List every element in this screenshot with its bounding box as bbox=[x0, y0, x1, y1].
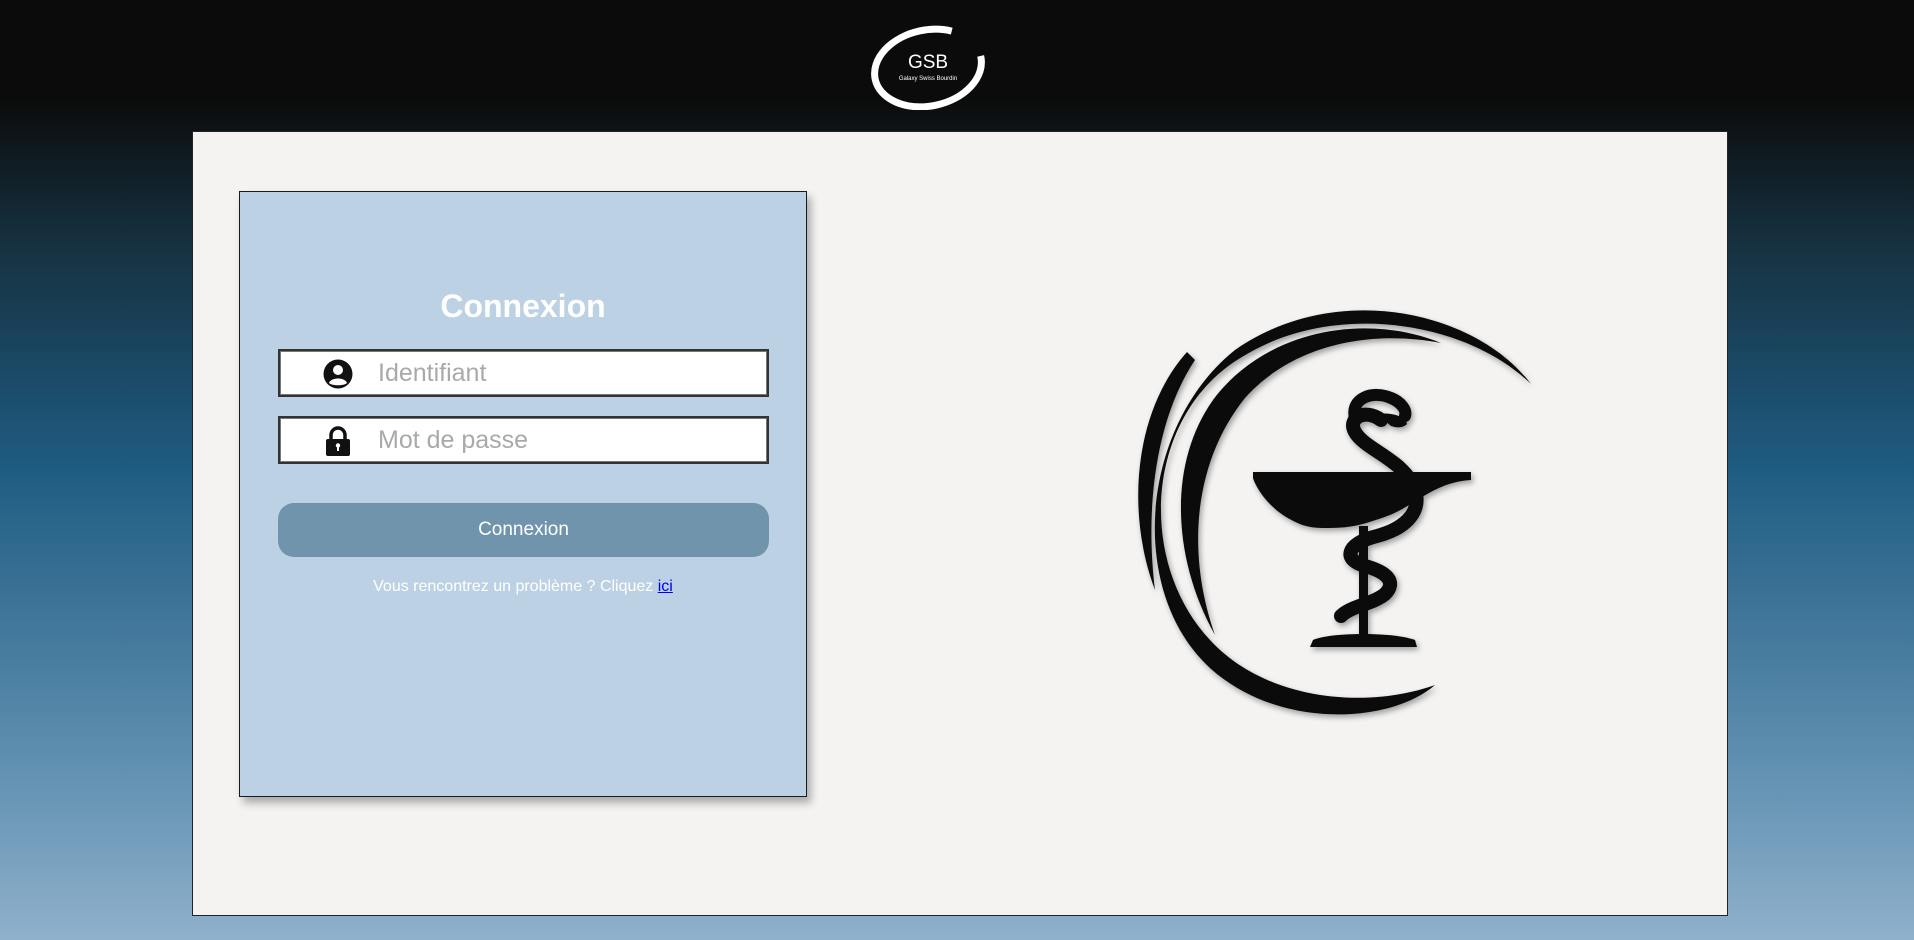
login-title: Connexion bbox=[440, 288, 606, 324]
top-header: GSB Galaxy Swiss Bourdin bbox=[0, 0, 1914, 132]
lock-icon bbox=[323, 426, 353, 456]
logo-title: GSB bbox=[908, 52, 948, 73]
login-button[interactable]: Connexion bbox=[278, 503, 769, 557]
help-text: Vous rencontrez un problème ? Cliquez ic… bbox=[240, 578, 806, 596]
caduceus-icon bbox=[1138, 310, 1531, 715]
username-field[interactable] bbox=[278, 349, 769, 397]
logo-subtitle: Galaxy Swiss Bourdin bbox=[899, 76, 957, 82]
pharmacy-caduceus-emblem bbox=[1115, 290, 1535, 720]
username-input[interactable] bbox=[378, 355, 748, 391]
login-card: Connexion Connexion Vous rencontrez un p… bbox=[239, 191, 807, 797]
gsb-logo-icon: GSB Galaxy Swiss Bourdin bbox=[871, 25, 985, 110]
user-circle-icon bbox=[323, 359, 353, 389]
help-link[interactable]: ici bbox=[658, 578, 673, 595]
help-text-label: Vous rencontrez un problème ? Cliquez bbox=[373, 578, 658, 595]
gsb-logo[interactable]: GSB Galaxy Swiss Bourdin bbox=[870, 24, 986, 110]
password-field[interactable] bbox=[278, 416, 769, 464]
password-input[interactable] bbox=[378, 422, 748, 458]
